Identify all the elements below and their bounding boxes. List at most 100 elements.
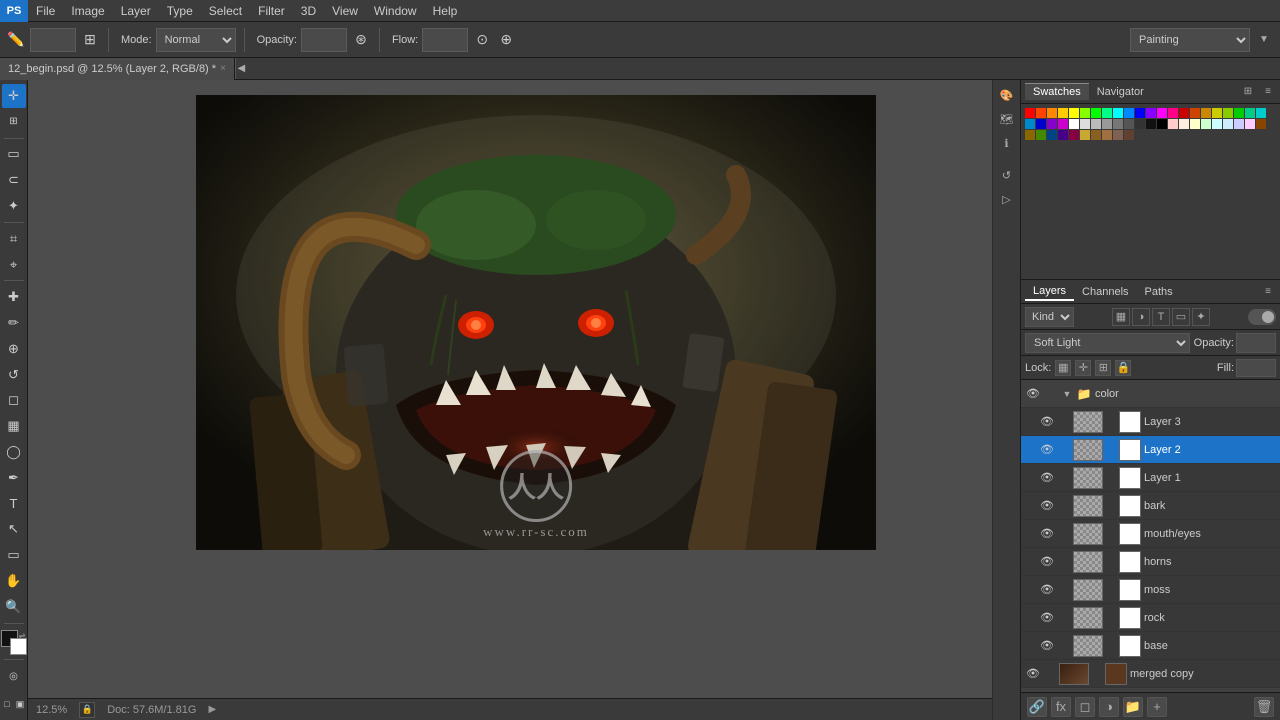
tab-navigator[interactable]: Navigator <box>1089 84 1152 100</box>
document-tab[interactable]: 12_begin.psd @ 12.5% (Layer 2, RGB/8) * … <box>0 58 235 80</box>
swatch-color[interactable] <box>1168 108 1178 118</box>
swatch-color[interactable] <box>1025 130 1035 140</box>
hand-tool[interactable]: ✋ <box>2 569 26 593</box>
swatch-color[interactable] <box>1058 130 1068 140</box>
swap-colors-icon[interactable]: ⇌ <box>19 631 26 640</box>
side-actions-icon[interactable]: ▷ <box>996 188 1018 210</box>
swatch-color[interactable] <box>1091 130 1101 140</box>
layer-row[interactable]: 👁rock <box>1021 604 1280 632</box>
delete-layer-btn[interactable]: 🗑 <box>1254 697 1274 717</box>
swatch-color[interactable] <box>1179 108 1189 118</box>
new-layer-btn[interactable]: + <box>1147 697 1167 717</box>
menu-view[interactable]: View <box>324 2 366 20</box>
swatch-color[interactable] <box>1245 119 1255 129</box>
swatch-color[interactable] <box>1058 119 1068 129</box>
workspace-arrow[interactable]: ▼ <box>1254 30 1274 50</box>
swatch-color[interactable] <box>1047 108 1057 118</box>
lock-all-btn[interactable]: 🔒 <box>1115 360 1131 376</box>
swatch-color[interactable] <box>1223 108 1233 118</box>
screen-mode-btn[interactable]: □ <box>2 692 13 716</box>
layer-visibility-toggle[interactable]: 👁 <box>1039 498 1055 514</box>
panel-menu-icon[interactable]: ≡ <box>1260 84 1276 100</box>
swatch-color[interactable] <box>1091 108 1101 118</box>
layers-panel-menu[interactable]: ≡ <box>1260 284 1276 300</box>
swatch-color[interactable] <box>1212 108 1222 118</box>
swatch-color[interactable] <box>1245 108 1255 118</box>
layer-row[interactable]: 👁bark <box>1021 492 1280 520</box>
swatch-color[interactable] <box>1223 119 1233 129</box>
zoom-tool[interactable]: 🔍 <box>2 595 26 619</box>
menu-layer[interactable]: Layer <box>113 2 159 20</box>
side-navigator-icon[interactable]: 🗺 <box>996 108 1018 130</box>
layer-visibility-toggle[interactable]: 👁 <box>1039 638 1055 654</box>
add-fx-btn[interactable]: fx <box>1051 697 1071 717</box>
shape-tool[interactable]: ▭ <box>2 543 26 567</box>
swatch-color[interactable] <box>1102 130 1112 140</box>
swatch-color[interactable] <box>1113 119 1123 129</box>
eraser-tool[interactable]: ◻ <box>2 389 26 413</box>
canvas-image-container[interactable]: 人人 www.rr-sc.com <box>196 95 876 550</box>
swatch-color[interactable] <box>1102 119 1112 129</box>
tab-paths[interactable]: Paths <box>1137 284 1181 300</box>
layer-row[interactable]: 👁mouth/eyes <box>1021 520 1280 548</box>
filter-adjustment-icon[interactable]: ◑ <box>1132 308 1150 326</box>
layer-visibility-toggle[interactable]: 👁 <box>1025 666 1041 682</box>
swatch-color[interactable] <box>1190 119 1200 129</box>
eyedropper-tool[interactable]: ⌖ <box>2 253 26 277</box>
layer-row[interactable]: 👁merged copy <box>1021 660 1280 688</box>
brush-tool[interactable]: ✏ <box>2 311 26 335</box>
filter-type-icon[interactable]: T <box>1152 308 1170 326</box>
swatch-color[interactable] <box>1190 108 1200 118</box>
opacity-input[interactable]: 100% <box>306 34 342 46</box>
swatch-color[interactable] <box>1168 119 1178 129</box>
swatch-color[interactable] <box>1234 119 1244 129</box>
swatch-color[interactable] <box>1157 108 1167 118</box>
layer-row[interactable]: 👁Layer 3 <box>1021 408 1280 436</box>
add-mask-btn[interactable]: ◻ <box>1075 697 1095 717</box>
tab-swatches[interactable]: Swatches <box>1025 83 1089 100</box>
tab-layers[interactable]: Layers <box>1025 283 1074 301</box>
pen-tool[interactable]: ✒ <box>2 466 26 490</box>
swatch-color[interactable] <box>1256 119 1266 129</box>
swatch-color[interactable] <box>1025 108 1035 118</box>
menu-type[interactable]: Type <box>159 2 201 20</box>
stamp-tool[interactable]: ⊕ <box>2 337 26 361</box>
swatch-color[interactable] <box>1069 108 1079 118</box>
doc-tab-close[interactable]: × <box>220 63 226 74</box>
swatch-color[interactable] <box>1256 108 1266 118</box>
status-arrow[interactable]: ▶ <box>208 704 216 715</box>
swatch-color[interactable] <box>1135 119 1145 129</box>
magic-wand-tool[interactable]: ✦ <box>2 194 26 218</box>
tab-channels[interactable]: Channels <box>1074 284 1136 300</box>
quick-mask-toggle[interactable]: ◎ <box>2 664 26 688</box>
side-history-icon[interactable]: ↺ <box>996 164 1018 186</box>
filter-smart-icon[interactable]: ✦ <box>1192 308 1210 326</box>
marquee-tool[interactable]: ▭ <box>2 143 26 167</box>
layer-visibility-toggle[interactable]: 👁 <box>1039 610 1055 626</box>
zoom-lock-icon[interactable]: 🔒 <box>79 702 95 718</box>
add-adjustment-btn[interactable]: ◑ <box>1099 697 1119 717</box>
panel-search-icon[interactable]: ⊞ <box>1240 84 1256 100</box>
artboard-tool[interactable]: ⊞ <box>2 110 26 134</box>
swatch-color[interactable] <box>1201 108 1211 118</box>
brush-size-input[interactable]: 380 <box>35 34 71 46</box>
workspace-select[interactable]: Painting <box>1130 28 1250 52</box>
layer-visibility-toggle[interactable]: 👁 <box>1039 526 1055 542</box>
layer-visibility-toggle[interactable]: 👁 <box>1039 554 1055 570</box>
screen-mode-btn2[interactable]: ▣ <box>15 692 26 716</box>
swatch-color[interactable] <box>1113 130 1123 140</box>
menu-filter[interactable]: Filter <box>250 2 293 20</box>
menu-help[interactable]: Help <box>425 2 466 20</box>
healing-tool[interactable]: ✚ <box>2 285 26 309</box>
history-brush-tool[interactable]: ↺ <box>2 363 26 387</box>
swatch-color[interactable] <box>1036 130 1046 140</box>
swatch-color[interactable] <box>1113 108 1123 118</box>
swatch-color[interactable] <box>1157 119 1167 129</box>
blend-mode-select[interactable]: Soft Light <box>1025 333 1190 353</box>
layer-visibility-toggle[interactable]: 👁 <box>1039 442 1055 458</box>
layer-row[interactable]: 👁base <box>1021 632 1280 660</box>
layer-filter-select[interactable]: Kind <box>1025 307 1074 327</box>
layer-visibility-toggle[interactable]: 👁 <box>1039 582 1055 598</box>
layer-visibility-toggle[interactable]: 👁 <box>1039 470 1055 486</box>
swatch-color[interactable] <box>1058 108 1068 118</box>
